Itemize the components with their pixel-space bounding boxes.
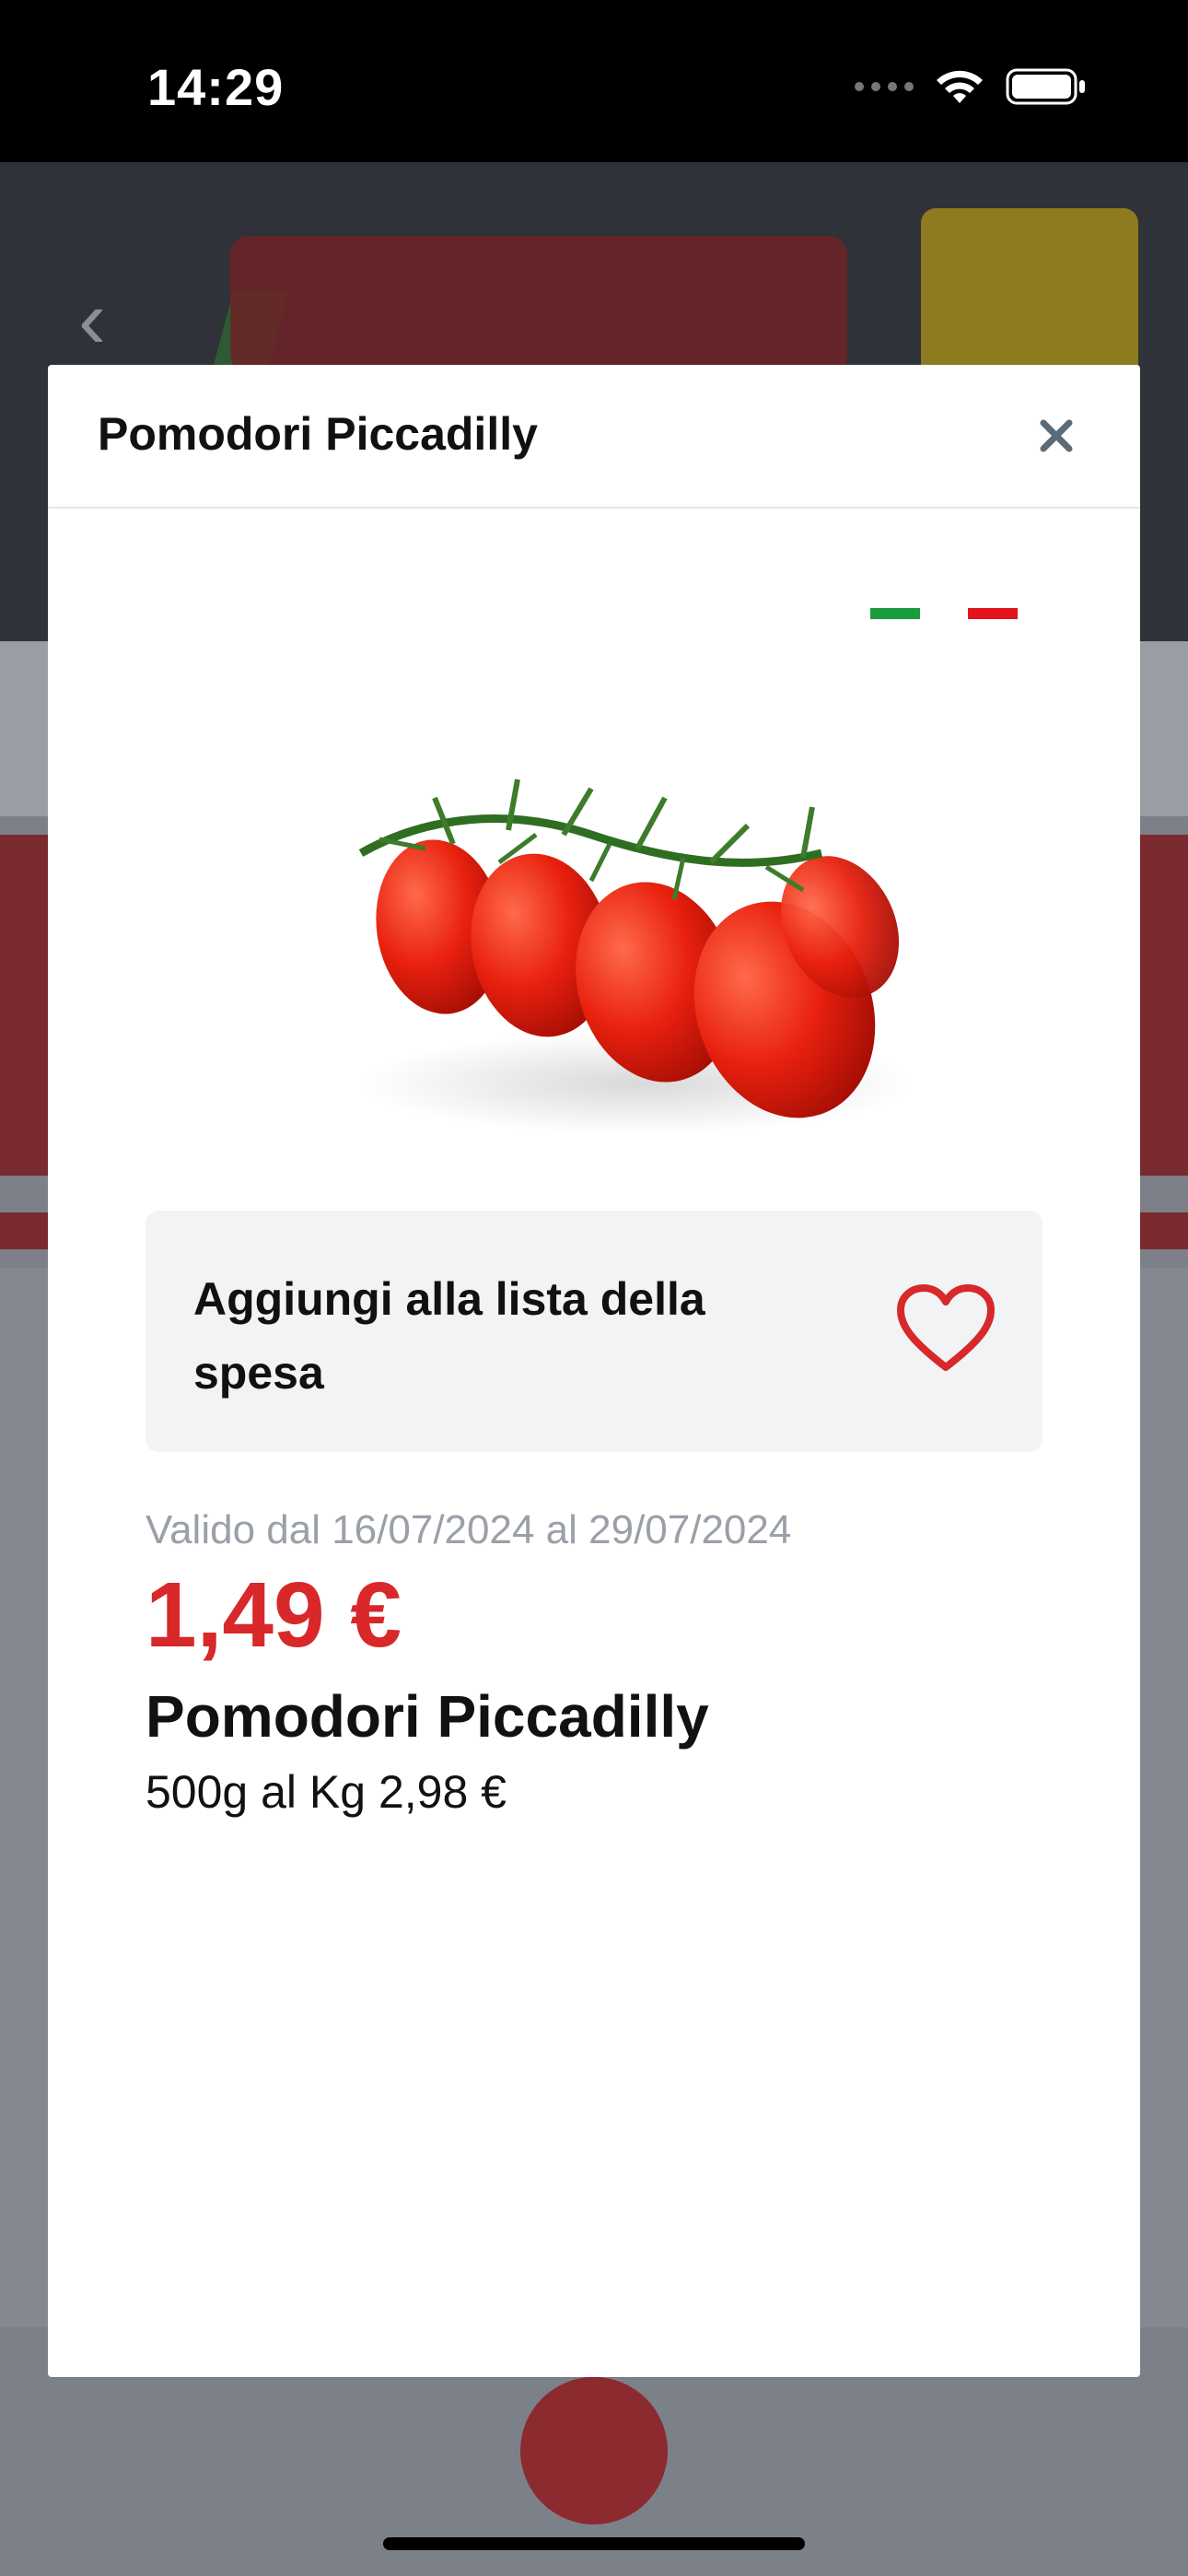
heart-icon — [897, 1284, 995, 1371]
add-to-list-label: Aggiungi alla lista della spesa — [193, 1273, 705, 1399]
modal-header: Pomodori Piccadilly — [48, 365, 1140, 509]
add-to-shopping-list-button[interactable]: Aggiungi alla lista della spesa — [146, 1211, 1042, 1452]
back-icon: ‹ — [78, 274, 106, 366]
close-icon — [1040, 419, 1073, 452]
italy-flag-icon — [870, 608, 1018, 619]
battery-icon — [1006, 68, 1085, 105]
product-price: 1,49 € — [146, 1563, 402, 1667]
status-time: 14:29 — [147, 58, 285, 116]
brand-logo — [230, 236, 847, 374]
close-button[interactable] — [1028, 407, 1085, 464]
validity-period: Valido dal 16/07/2024 al 29/07/2024 — [146, 1507, 792, 1552]
modal-title: Pomodori Piccadilly — [98, 408, 538, 460]
product-image — [358, 779, 914, 1134]
signal-icon — [855, 82, 914, 91]
tab-center-button — [520, 2377, 668, 2524]
home-indicator — [383, 2537, 805, 2550]
product-name: Pomodori Piccadilly — [146, 1683, 709, 1750]
status-icons — [855, 66, 1087, 107]
product-modal: Pomodori Piccadilly Aggiungi alla lista … — [48, 365, 1140, 2377]
wifi-icon — [937, 70, 983, 103]
status-bar: 14:29 — [0, 0, 1188, 162]
product-description: 500g al Kg 2,98 € — [146, 1766, 507, 1818]
